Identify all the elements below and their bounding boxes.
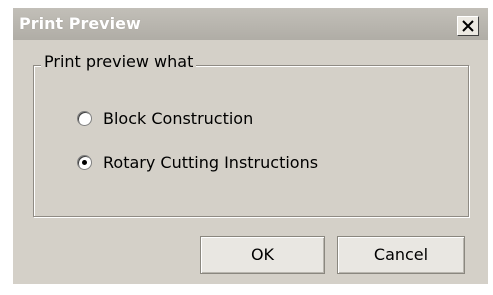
group-legend: Print preview what	[41, 52, 197, 71]
cancel-button[interactable]: Cancel	[337, 236, 465, 274]
radio-circle[interactable]	[77, 155, 92, 170]
ok-button[interactable]: OK	[200, 236, 325, 274]
window-title: Print Preview	[19, 14, 141, 33]
radio-circle[interactable]	[77, 111, 92, 126]
radio-label[interactable]: Rotary Cutting Instructions	[103, 153, 318, 172]
close-button[interactable]	[457, 16, 479, 36]
print-preview-group	[33, 65, 469, 217]
title-bar[interactable]: Print Preview	[13, 8, 488, 40]
radio-label[interactable]: Block Construction	[103, 109, 253, 128]
radio-selected-dot	[82, 160, 87, 165]
close-icon	[462, 20, 474, 32]
print-preview-dialog: Print Preview Print preview what Block C…	[13, 8, 488, 284]
